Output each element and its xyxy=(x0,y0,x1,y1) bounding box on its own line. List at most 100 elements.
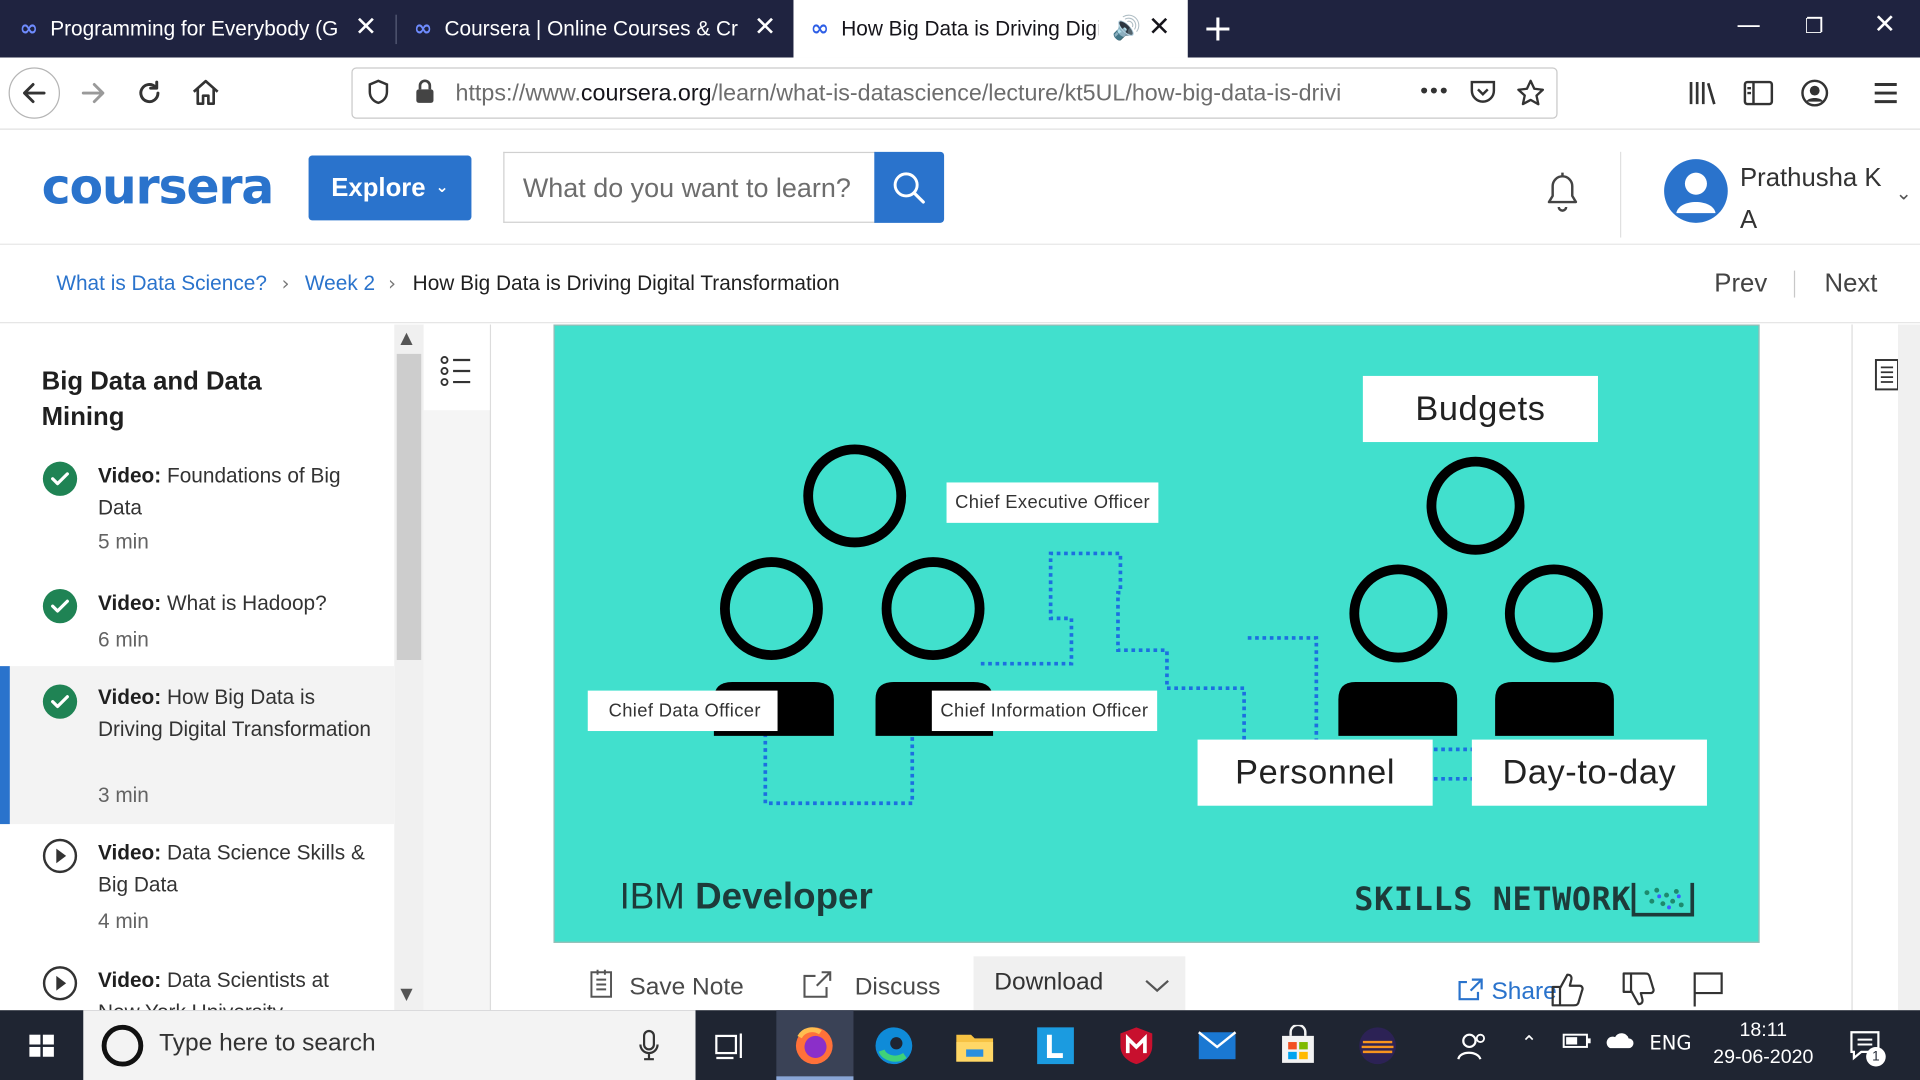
battery-icon[interactable] xyxy=(1562,1031,1591,1055)
flag-icon xyxy=(1693,972,1723,1007)
breadcrumb-week[interactable]: Week 2 xyxy=(305,272,375,296)
account-button[interactable] xyxy=(1789,67,1840,118)
list-item[interactable]: Video: Data Science Skills & Big Data 4 … xyxy=(0,827,394,949)
tab-programming-for-everybody[interactable]: ∞ Programming for Everybody (G ✕ xyxy=(0,0,394,58)
speaker-icon[interactable]: 🔊 xyxy=(1112,13,1141,42)
hamburger-icon xyxy=(1874,83,1897,104)
start-button[interactable] xyxy=(0,1010,83,1080)
back-button[interactable] xyxy=(8,67,61,119)
explore-button[interactable]: Explore ⌄ xyxy=(308,155,472,221)
skills-network-logo: SKILLS NETWORK xyxy=(1354,881,1632,919)
close-window-button[interactable]: ✕ xyxy=(1873,10,1896,41)
taskbar-clock[interactable]: 18:11 29-06-2020 xyxy=(1705,1018,1823,1072)
browser-tab-strip: ∞ Programming for Everybody (G ✕ ∞ Cours… xyxy=(0,0,1920,58)
chevron-down-icon[interactable]: ⌄ xyxy=(1896,181,1912,204)
action-center-icon[interactable]: 1 xyxy=(1844,1025,1886,1067)
store-icon[interactable] xyxy=(1277,1024,1319,1067)
shield-icon[interactable] xyxy=(366,78,390,111)
sidebar-icon xyxy=(1743,80,1774,106)
download-label: Download xyxy=(994,968,1104,996)
header-divider xyxy=(1620,151,1622,238)
lock-icon[interactable] xyxy=(414,78,436,111)
new-tab-button[interactable]: + xyxy=(1202,7,1233,50)
mcafee-icon[interactable] xyxy=(1116,1025,1158,1067)
next-button[interactable]: Next xyxy=(1825,269,1878,298)
eclipse-icon[interactable] xyxy=(1357,1025,1399,1067)
label-chief-data-officer: Chief Data Officer xyxy=(587,690,778,732)
notifications-bell-icon[interactable] xyxy=(1539,167,1586,222)
cloud-icon[interactable] xyxy=(1603,1031,1635,1055)
edge-icon[interactable] xyxy=(873,1025,915,1067)
language-indicator[interactable]: ENG xyxy=(1649,1031,1691,1054)
label-personnel: Personnel xyxy=(1197,739,1433,806)
sidebar-toggle-button[interactable] xyxy=(1733,67,1784,118)
task-view-icon[interactable] xyxy=(708,1025,750,1067)
close-tab-icon[interactable]: ✕ xyxy=(1148,12,1171,43)
list-item-current[interactable]: Video: How Big Data is Driving Digital T… xyxy=(0,666,395,825)
breadcrumb: What is Data Science? › Week 2 › How Big… xyxy=(0,244,1920,324)
share-button[interactable]: Share xyxy=(1457,977,1557,1006)
coursera-logo[interactable]: coursera xyxy=(42,159,275,215)
share-icon xyxy=(1458,978,1483,1001)
item-duration: 4 min xyxy=(97,909,149,934)
tray-chevron-up-icon[interactable]: ⌃ xyxy=(1521,1031,1537,1054)
check-icon xyxy=(42,588,78,624)
prev-button[interactable]: Prev xyxy=(1714,269,1767,298)
sidebar-scrollbar[interactable]: ▲ ▼ xyxy=(394,324,424,1011)
menu-button[interactable] xyxy=(1860,67,1911,118)
forward-button[interactable] xyxy=(67,67,118,118)
coursera-header: coursera Explore ⌄ What do you want to l… xyxy=(0,129,1920,245)
tab-how-big-data[interactable]: ∞ How Big Data is Driving Digi 🔊 ✕ xyxy=(793,0,1188,58)
page-scrollbar[interactable] xyxy=(1897,324,1920,1011)
list-item[interactable]: Video: What is Hadoop? 6 min xyxy=(0,577,394,663)
url-text[interactable]: https://www.coursera.org/learn/what-is-d… xyxy=(456,81,1411,108)
scroll-up-icon[interactable]: ▲ xyxy=(400,329,412,347)
microphone-icon[interactable] xyxy=(637,1029,661,1063)
close-tab-icon[interactable]: ✕ xyxy=(355,12,378,43)
save-note-button[interactable]: Save Note xyxy=(588,969,744,1002)
firefox-icon[interactable] xyxy=(793,1025,835,1067)
taskbar-search-box[interactable]: Type here to search xyxy=(83,1010,696,1080)
reload-button[interactable] xyxy=(124,67,175,118)
library-button[interactable] xyxy=(1678,67,1729,118)
restore-button[interactable]: ❐ xyxy=(1805,15,1824,39)
coursera-favicon-icon: ∞ xyxy=(810,15,829,42)
play-icon xyxy=(42,838,78,874)
list-icon xyxy=(440,356,471,387)
scrollbar-thumb[interactable] xyxy=(396,353,422,661)
close-tab-icon[interactable]: ✕ xyxy=(754,12,777,43)
address-bar[interactable]: https://www.coursera.org/learn/what-is-d… xyxy=(351,67,1558,119)
item-duration: 5 min xyxy=(97,530,149,554)
back-arrow-icon xyxy=(23,83,46,104)
list-item[interactable]: Video: Data Scientists at New York Unive… xyxy=(0,954,394,1010)
file-explorer-icon[interactable] xyxy=(954,1025,996,1067)
play-icon xyxy=(42,966,78,1001)
item-duration: 6 min xyxy=(97,628,149,652)
app-l-icon[interactable] xyxy=(1035,1025,1077,1067)
list-item[interactable]: Video: Foundations of Big Data 5 min xyxy=(0,449,394,557)
bookmark-star-icon[interactable] xyxy=(1516,78,1545,114)
tab-coursera-online-courses[interactable]: ∞ Coursera | Online Courses & Cr ✕ xyxy=(397,0,794,58)
download-dropdown[interactable]: Download xyxy=(973,956,1186,1011)
home-button[interactable] xyxy=(180,67,231,118)
people-icon[interactable] xyxy=(1451,1025,1493,1067)
user-name[interactable]: Prathusha K A xyxy=(1740,158,1887,241)
search-input[interactable]: What do you want to learn? xyxy=(503,151,876,223)
page-actions-icon[interactable]: ••• xyxy=(1418,80,1450,104)
avatar[interactable] xyxy=(1664,159,1728,223)
item-duration: 3 min xyxy=(97,783,149,807)
search-button[interactable] xyxy=(874,151,945,223)
scroll-down-icon[interactable]: ▼ xyxy=(400,986,412,1004)
discuss-button[interactable]: Discuss xyxy=(801,969,940,1002)
mail-icon[interactable] xyxy=(1196,1025,1238,1067)
note-icon xyxy=(590,969,613,998)
pocket-icon[interactable] xyxy=(1468,78,1497,111)
video-player[interactable]: Chief Executive Officer Chief Data Offic… xyxy=(553,324,1760,943)
label-chief-information-officer: Chief Information Officer xyxy=(931,690,1157,732)
breadcrumb-course[interactable]: What is Data Science? xyxy=(56,272,267,296)
library-icon xyxy=(1689,82,1716,105)
reload-icon xyxy=(139,80,160,104)
course-sidebar: Big Data and Data Mining Video: Foundati… xyxy=(0,324,395,1011)
minimize-button[interactable]: — xyxy=(1736,10,1760,39)
toc-toggle-button[interactable] xyxy=(423,324,490,411)
